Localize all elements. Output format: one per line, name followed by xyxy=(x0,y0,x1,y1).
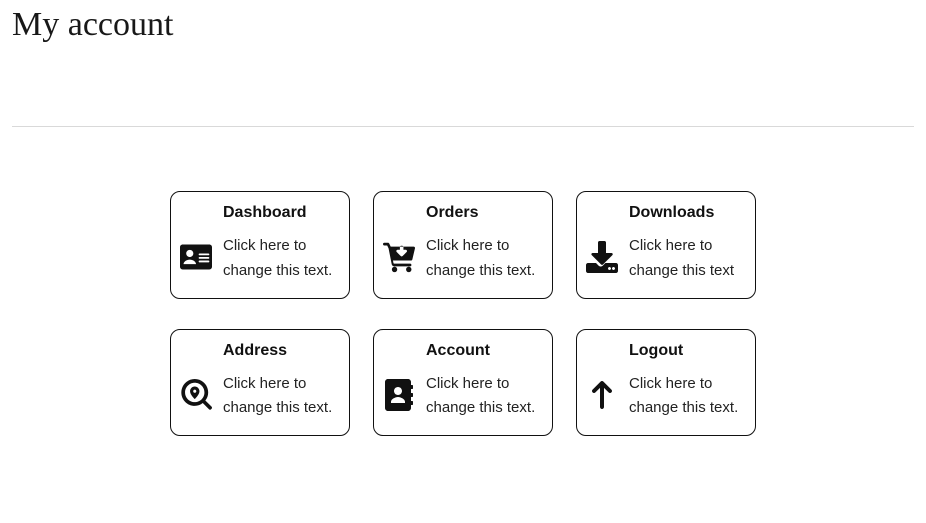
card-desc: Click here to change this text. xyxy=(426,372,540,422)
location-search-icon xyxy=(179,378,213,412)
page-title: My account xyxy=(12,6,914,44)
card-title: Orders xyxy=(426,204,540,222)
card-orders[interactable]: Orders Click here to change this text. xyxy=(373,191,553,299)
arrow-up-icon xyxy=(585,378,619,412)
card-title: Dashboard xyxy=(223,204,337,222)
account-cards-grid: Dashboard Click here to change this text… xyxy=(12,191,914,436)
download-icon xyxy=(585,240,619,274)
card-address[interactable]: Address Click here to change this text. xyxy=(170,329,350,437)
card-desc: Click here to change this text xyxy=(629,234,743,284)
card-desc: Click here to change this text. xyxy=(223,234,337,284)
id-card-icon xyxy=(179,240,213,274)
card-dashboard[interactable]: Dashboard Click here to change this text… xyxy=(170,191,350,299)
address-book-icon xyxy=(382,378,416,412)
card-title: Account xyxy=(426,342,540,360)
card-title: Address xyxy=(223,342,337,360)
card-logout[interactable]: Logout Click here to change this text. xyxy=(576,329,756,437)
card-title: Downloads xyxy=(629,204,743,222)
header-divider xyxy=(12,126,914,127)
card-downloads[interactable]: Downloads Click here to change this text xyxy=(576,191,756,299)
cart-download-icon xyxy=(382,240,416,274)
card-desc: Click here to change this text. xyxy=(629,372,743,422)
card-desc: Click here to change this text. xyxy=(223,372,337,422)
card-title: Logout xyxy=(629,342,743,360)
card-account[interactable]: Account Click here to change this text. xyxy=(373,329,553,437)
card-desc: Click here to change this text. xyxy=(426,234,540,284)
